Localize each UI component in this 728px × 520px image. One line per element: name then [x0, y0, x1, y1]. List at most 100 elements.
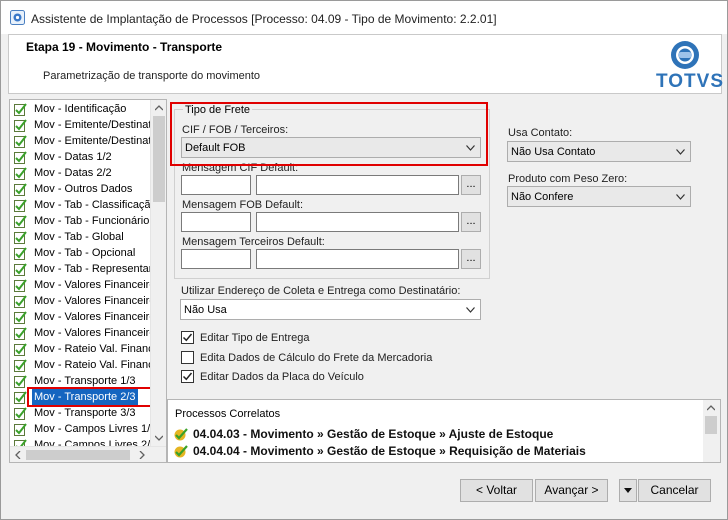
step-done-check-icon [14, 343, 27, 356]
peso-zero-label: Produto com Peso Zero: [508, 173, 628, 185]
sidebar-step-item[interactable]: Mov - Emitente/Destinatário [12, 117, 166, 133]
sidebar-step-item[interactable]: Mov - Rateio Val. Financeiros [12, 341, 166, 357]
sidebar-step-item[interactable]: Mov - Valores Financeiros [12, 309, 161, 325]
step-done-check-icon [14, 327, 27, 340]
sidebar-step-item[interactable]: Mov - Tab - Classificação [12, 197, 157, 213]
correlatos-scrollbar[interactable] [703, 400, 720, 462]
window-title: Assistente de Implantação de Processos [… [31, 12, 497, 26]
step-done-check-icon [14, 423, 27, 436]
sidebar-step-item[interactable]: Mov - Valores Financeiros [12, 277, 161, 293]
step-done-check-icon [14, 215, 27, 228]
step-done-check-icon [14, 183, 27, 196]
step-done-check-icon [14, 263, 27, 276]
option-checkbox[interactable] [181, 351, 194, 364]
step-done-check-icon [14, 167, 27, 180]
sidebar-vertical-scrollbar[interactable] [150, 100, 166, 446]
sidebar-step-item[interactable]: Mov - Datas 2/2 [12, 165, 152, 181]
step-done-check-icon [14, 231, 27, 244]
sidebar-step-item[interactable]: Mov - Tab - Global [12, 229, 152, 245]
option-checkbox-label: Editar Tipo de Entrega [200, 332, 310, 344]
process-link-icon [174, 445, 188, 458]
process-link-icon [174, 428, 188, 441]
scroll-down-icon[interactable] [155, 435, 163, 441]
usa-contato-select[interactable]: Não Usa Contato [507, 141, 691, 162]
msg-fob-desc-input[interactable] [256, 212, 459, 232]
step-done-check-icon [14, 247, 27, 260]
sidebar-step-label: Mov - Valores Financeiros [34, 295, 161, 307]
correlatos-scroll-thumb[interactable] [705, 416, 717, 434]
step-done-check-icon [14, 135, 27, 148]
sidebar-step-item[interactable]: Mov - Outros Dados [12, 181, 152, 197]
checkmark-icon [182, 372, 193, 381]
scroll-up-icon[interactable] [155, 105, 163, 111]
sidebar-step-item[interactable]: Mov - Campos Livres 1/2 [12, 421, 156, 437]
sidebar-step-label: Mov - Valores Financeiros [34, 279, 161, 291]
sidebar-step-item[interactable]: Mov - Transporte 2/3 [12, 387, 152, 407]
sidebar-step-label: Mov - Campos Livres 1/2 [34, 423, 157, 435]
sidebar-step-label: Mov - Emitente/Destinatário [34, 135, 167, 147]
step-done-check-icon [14, 311, 27, 324]
msg-terceiros-code-input[interactable] [181, 249, 251, 269]
scroll-right-icon[interactable] [139, 451, 145, 459]
sidebar-step-label: Mov - Emitente/Destinatário [34, 119, 167, 131]
msg-terceiros-lookup-button[interactable]: ... [461, 249, 481, 269]
sidebar-horizontal-scrollbar[interactable] [10, 446, 166, 462]
next-button[interactable]: Avançar > [535, 479, 608, 502]
sidebar-step-item[interactable]: Mov - Identificação [12, 101, 152, 117]
title-bar: Assistente de Implantação de Processos [… [1, 1, 727, 34]
steps-sidebar[interactable]: Mov - Identificação Mov - Emitente/Destin… [9, 99, 167, 463]
sidebar-step-item[interactable]: Mov - Tab - Representante [12, 261, 164, 277]
msg-terceiros-label: Mensagem Terceiros Default: [182, 236, 325, 248]
step-done-check-icon [14, 391, 27, 404]
sidebar-step-item[interactable]: Mov - Rateio Val. Financeiros [12, 357, 166, 373]
steps-list: Mov - Identificação Mov - Emitente/Destin… [12, 101, 166, 453]
sidebar-step-label: Mov - Outros Dados [34, 183, 133, 195]
msg-terceiros-desc-input[interactable] [256, 249, 459, 269]
msg-cif-code-input[interactable] [181, 175, 251, 195]
correlatos-title: Processos Correlatos [175, 408, 281, 420]
sidebar-step-label: Mov - Rateio Val. Financeiros [34, 359, 167, 371]
sidebar-step-label: Mov - Tab - Global [34, 231, 124, 243]
option-checkbox[interactable] [181, 370, 194, 383]
sidebar-step-item[interactable]: Mov - Valores Financeiros [12, 293, 161, 309]
step-done-check-icon [14, 199, 27, 212]
scroll-left-icon[interactable] [15, 451, 21, 459]
option-checkbox[interactable] [181, 331, 194, 344]
sidebar-scroll-thumb[interactable] [153, 116, 165, 202]
sidebar-step-label: Mov - Datas 1/2 [34, 151, 112, 163]
option-checkbox-label: Edita Dados de Cálculo do Frete da Merca… [200, 352, 433, 364]
step-done-check-icon [14, 151, 27, 164]
usa-contato-value: Não Usa Contato [511, 146, 596, 158]
step-subtitle: Parametrização de transporte do moviment… [43, 70, 261, 82]
sidebar-step-item[interactable]: Mov - Tab - Opcional [12, 245, 152, 261]
msg-cif-desc-input[interactable] [256, 175, 459, 195]
totvs-logo-text: TOTVS [656, 71, 724, 92]
sidebar-step-item[interactable]: Mov - Datas 1/2 [12, 149, 152, 165]
endereco-select[interactable]: Não Usa [180, 299, 481, 320]
sidebar-step-label: Mov - Tab - Representante [34, 263, 165, 275]
peso-zero-select[interactable]: Não Confere [507, 186, 691, 207]
step-done-check-icon [14, 375, 27, 388]
cancel-button[interactable]: Cancelar [638, 479, 711, 502]
correlato-text: 04.04.03 - Movimento » Gestão de Estoque… [193, 427, 554, 441]
scroll-up-icon[interactable] [707, 405, 715, 411]
sidebar-hscroll-thumb[interactable] [26, 450, 130, 460]
caret-down-icon [624, 488, 632, 493]
options-dropdown-button[interactable] [619, 479, 637, 502]
sidebar-step-item[interactable]: Mov - Transporte 3/3 [12, 405, 152, 421]
msg-fob-lookup-button[interactable]: ... [461, 212, 481, 232]
back-button[interactable]: < Voltar [460, 479, 533, 502]
msg-fob-code-input[interactable] [181, 212, 251, 232]
sidebar-step-item[interactable]: Mov - Emitente/Destinatário [12, 133, 166, 149]
checkmark-icon [182, 333, 193, 342]
sidebar-step-label: Mov - Tab - Funcionário [34, 215, 150, 227]
sidebar-step-item[interactable]: Mov - Valores Financeiros [12, 325, 161, 341]
step-content: Tipo de Frete CIF / FOB / Terceiros: Def… [167, 99, 723, 399]
sidebar-step-label: Mov - Tab - Classificação [34, 199, 157, 211]
step-done-check-icon [14, 119, 27, 132]
wizard-window: Assistente de Implantação de Processos [… [0, 0, 728, 520]
sidebar-step-item[interactable]: Mov - Tab - Funcionário [12, 213, 152, 229]
chevron-down-icon [466, 307, 475, 313]
sidebar-step-label: Mov - Datas 2/2 [34, 167, 112, 179]
msg-cif-lookup-button[interactable]: ... [461, 175, 481, 195]
